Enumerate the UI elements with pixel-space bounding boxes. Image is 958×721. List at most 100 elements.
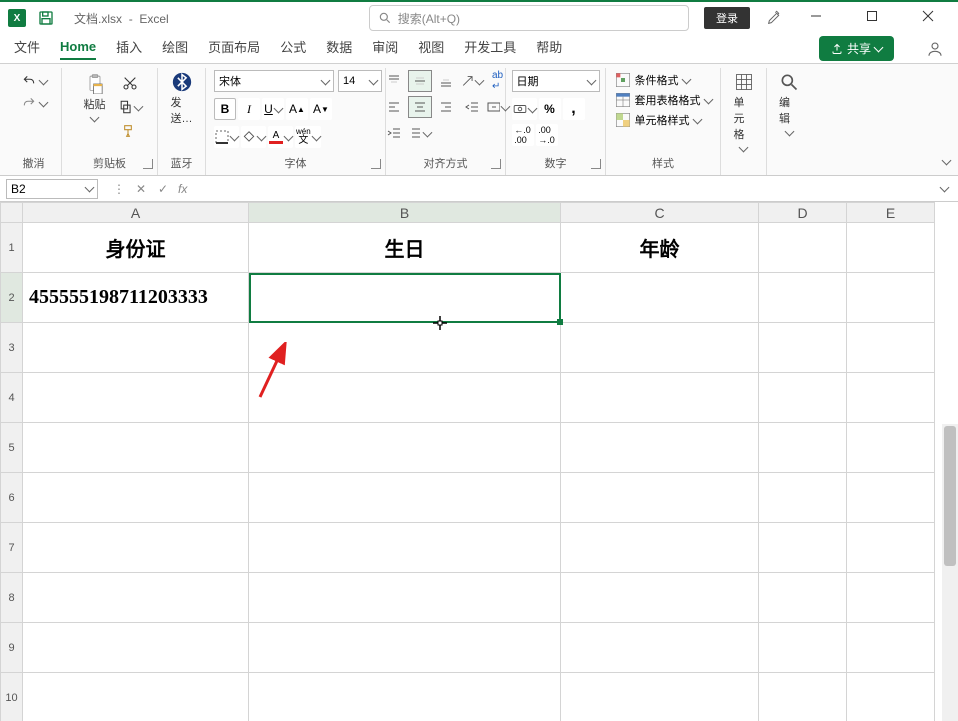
cell-B7[interactable] <box>249 523 561 573</box>
cell-A1[interactable]: 身份证 <box>23 223 249 273</box>
increase-decimal-button[interactable]: ←.0.00 <box>512 124 534 146</box>
align-middle-button[interactable] <box>408 70 432 92</box>
cell-C9[interactable] <box>561 623 759 673</box>
cell-D1[interactable] <box>759 223 847 273</box>
paste-button[interactable]: 粘贴 <box>78 72 112 125</box>
coauthor-icon[interactable] <box>926 40 944 58</box>
tab-home[interactable]: Home <box>60 39 96 60</box>
cell-A7[interactable] <box>23 523 249 573</box>
cell-C4[interactable] <box>561 373 759 423</box>
bold-button[interactable]: B <box>214 98 236 120</box>
cells-button[interactable]: 单元格 <box>728 70 760 155</box>
cell-E9[interactable] <box>847 623 935 673</box>
login-button[interactable]: 登录 <box>704 7 750 29</box>
formula-dropdown[interactable]: ⋮ <box>108 178 130 200</box>
tab-file[interactable]: 文件 <box>14 37 40 60</box>
cell-D4[interactable] <box>759 373 847 423</box>
copy-button[interactable] <box>118 96 142 118</box>
cell-A6[interactable] <box>23 473 249 523</box>
cell-C8[interactable] <box>561 573 759 623</box>
underline-button[interactable]: U <box>262 98 284 120</box>
name-box[interactable]: B2 <box>6 179 98 199</box>
row-header-1[interactable]: 1 <box>1 223 23 273</box>
cell-B1[interactable]: 生日 <box>249 223 561 273</box>
cell-C7[interactable] <box>561 523 759 573</box>
cell-C5[interactable] <box>561 423 759 473</box>
col-header-D[interactable]: D <box>759 203 847 223</box>
tab-review[interactable]: 审阅 <box>372 37 398 60</box>
row-header-10[interactable]: 10 <box>1 673 23 721</box>
shrink-font-button[interactable]: A▼ <box>310 98 332 120</box>
clipboard-dialog-launcher[interactable] <box>143 159 153 169</box>
percent-button[interactable]: % <box>539 98 561 120</box>
row-header-3[interactable]: 3 <box>1 323 23 373</box>
cell-A8[interactable] <box>23 573 249 623</box>
cell-D10[interactable] <box>759 673 847 721</box>
row-header-6[interactable]: 6 <box>1 473 23 523</box>
cell-E4[interactable] <box>847 373 935 423</box>
maximize-button[interactable] <box>854 4 894 32</box>
cell-E1[interactable] <box>847 223 935 273</box>
cell-D9[interactable] <box>759 623 847 673</box>
italic-button[interactable]: I <box>238 98 260 120</box>
borders-button[interactable] <box>214 126 239 148</box>
cell-E5[interactable] <box>847 423 935 473</box>
select-all-corner[interactable] <box>1 203 23 223</box>
bluetooth-send-button[interactable]: 发送… <box>165 70 199 128</box>
number-format-select[interactable]: 日期 <box>512 70 600 92</box>
redo-button[interactable] <box>20 96 47 110</box>
fx-icon[interactable]: fx <box>178 182 187 196</box>
tab-help[interactable]: 帮助 <box>536 37 562 60</box>
font-dialog-launcher[interactable] <box>371 159 381 169</box>
cell-E3[interactable] <box>847 323 935 373</box>
undo-button[interactable] <box>20 74 47 88</box>
pen-icon[interactable] <box>766 10 782 26</box>
cell-E10[interactable] <box>847 673 935 721</box>
increase-indent-button[interactable] <box>382 122 406 144</box>
cell-C3[interactable] <box>561 323 759 373</box>
cell-B9[interactable] <box>249 623 561 673</box>
align-top-button[interactable] <box>382 70 406 92</box>
vertical-scrollbar[interactable] <box>942 424 958 721</box>
phonetic-button[interactable]: wén文 <box>295 126 321 148</box>
row-header-5[interactable]: 5 <box>1 423 23 473</box>
format-as-table-button[interactable]: 套用表格格式 <box>615 92 712 108</box>
cell-A4[interactable] <box>23 373 249 423</box>
save-icon[interactable] <box>38 10 54 26</box>
tab-formulas[interactable]: 公式 <box>280 37 306 60</box>
col-header-C[interactable]: C <box>561 203 759 223</box>
cell-E6[interactable] <box>847 473 935 523</box>
cell-A5[interactable] <box>23 423 249 473</box>
cell-C1[interactable]: 年龄 <box>561 223 759 273</box>
cell-A3[interactable] <box>23 323 249 373</box>
collapse-ribbon-button[interactable] <box>943 155 950 169</box>
close-button[interactable] <box>910 4 950 32</box>
cell-A9[interactable] <box>23 623 249 673</box>
align-bottom-button[interactable] <box>434 70 458 92</box>
tab-data[interactable]: 数据 <box>326 37 352 60</box>
tab-draw[interactable]: 绘图 <box>162 37 188 60</box>
font-name-select[interactable]: 宋体 <box>214 70 334 92</box>
align-left-button[interactable] <box>382 96 406 118</box>
col-header-E[interactable]: E <box>847 203 935 223</box>
col-header-B[interactable]: B <box>249 203 561 223</box>
fill-color-button[interactable] <box>241 126 266 148</box>
cut-button[interactable] <box>118 72 142 94</box>
cell-D5[interactable] <box>759 423 847 473</box>
number-dialog-launcher[interactable] <box>591 159 601 169</box>
cell-D3[interactable] <box>759 323 847 373</box>
cell-C6[interactable] <box>561 473 759 523</box>
format-painter-button[interactable] <box>118 120 142 142</box>
tab-view[interactable]: 视图 <box>418 37 444 60</box>
search-box[interactable]: 搜索(Alt+Q) <box>369 5 689 31</box>
currency-button[interactable] <box>512 98 537 120</box>
cell-C10[interactable] <box>561 673 759 721</box>
formula-input[interactable] <box>191 179 941 199</box>
tab-page-layout[interactable]: 页面布局 <box>208 37 260 60</box>
cell-B5[interactable] <box>249 423 561 473</box>
cell-D2[interactable] <box>759 273 847 323</box>
tab-developer[interactable]: 开发工具 <box>464 37 516 60</box>
align-center-button[interactable] <box>408 96 432 118</box>
row-header-2[interactable]: 2 <box>1 273 23 323</box>
minimize-button[interactable] <box>798 4 838 32</box>
